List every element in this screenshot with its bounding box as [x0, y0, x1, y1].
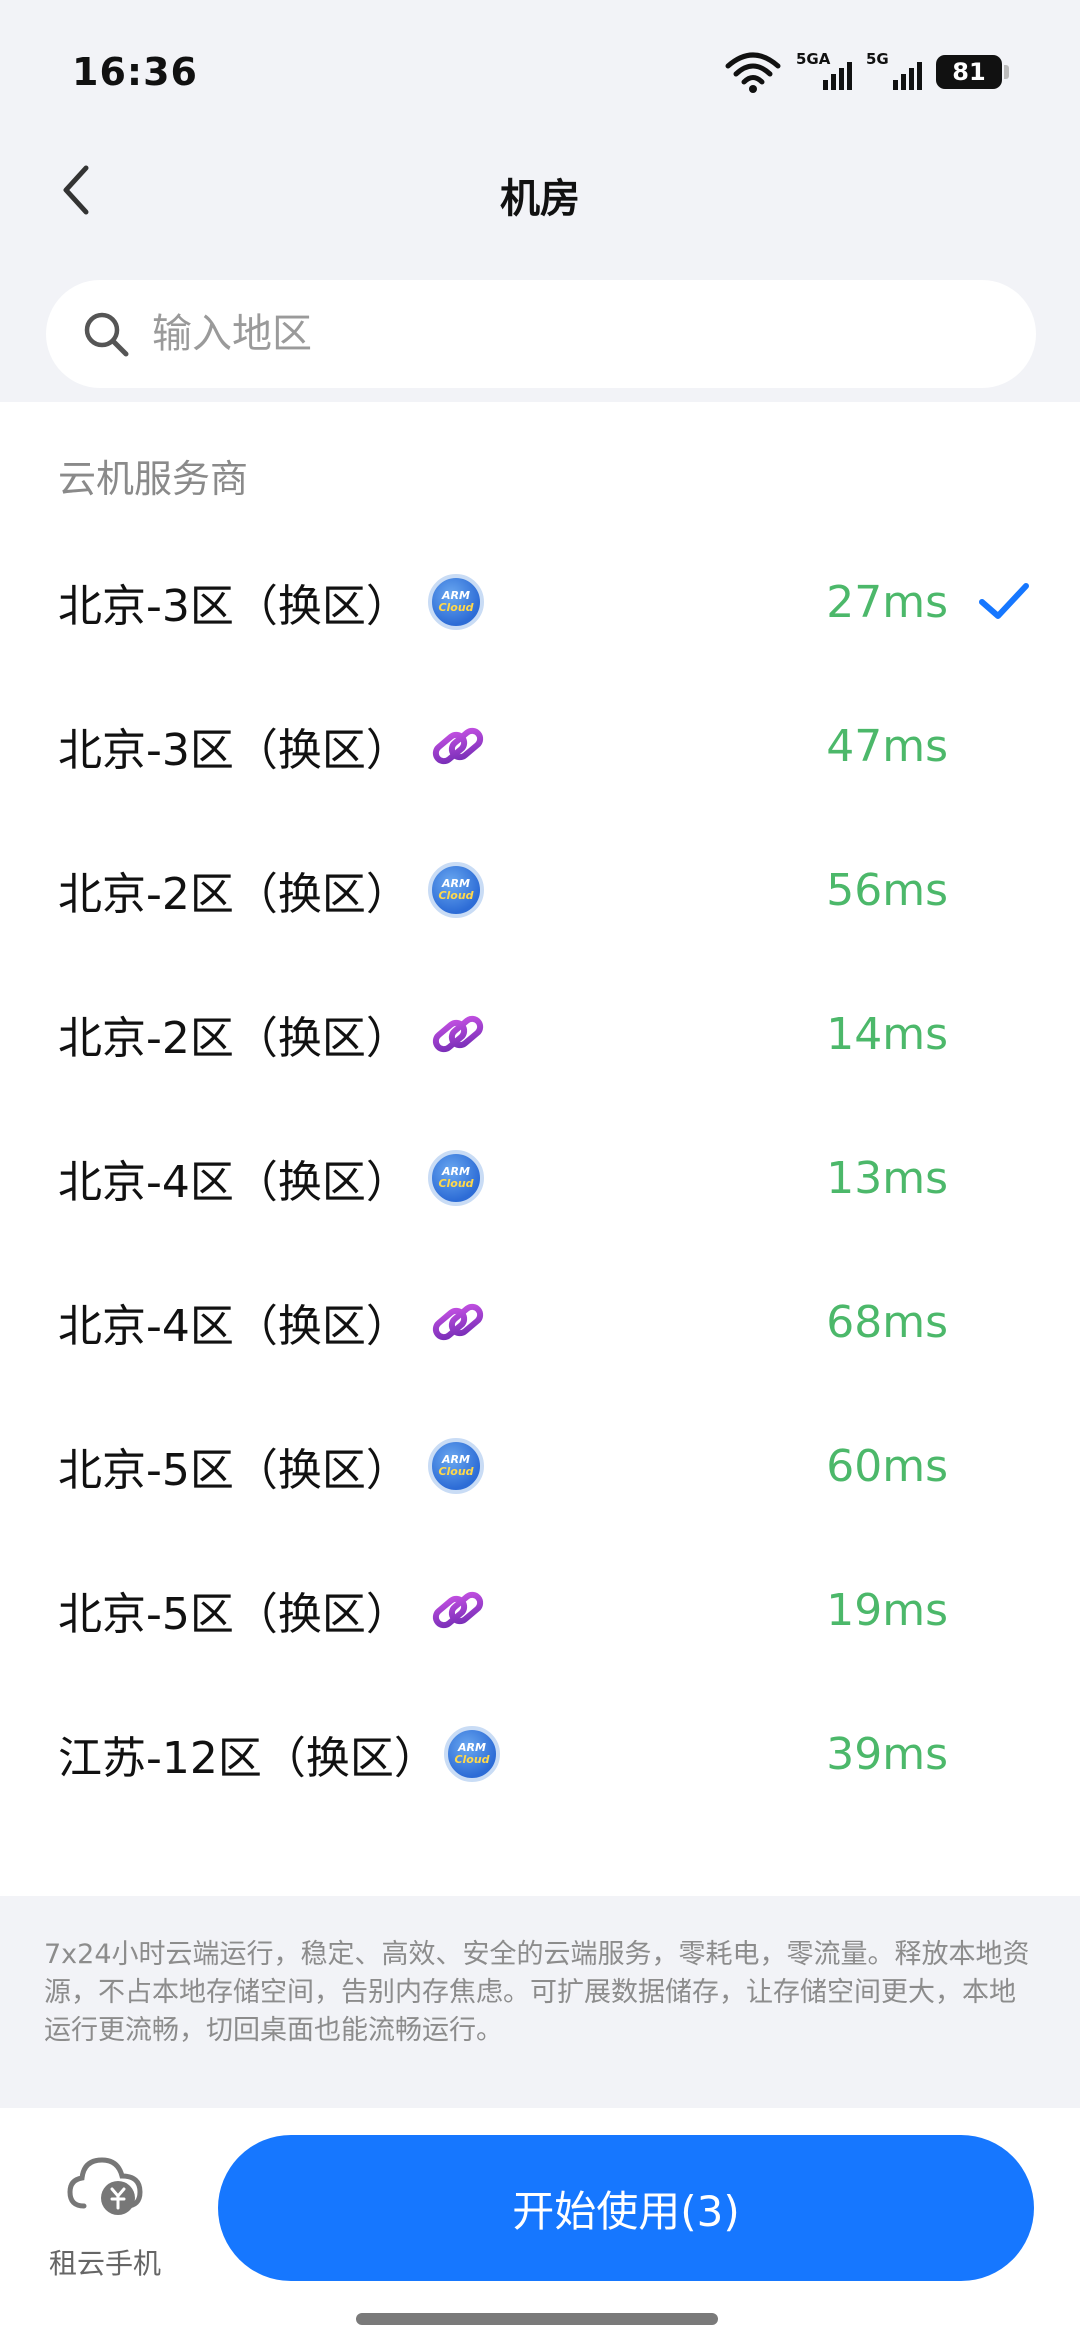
latency-value: 13ms [826, 1152, 948, 1204]
battery-level: 81 [952, 58, 986, 86]
status-bar: 16:36 5GA 5G 81 [0, 0, 1080, 130]
section-label: 云机服务商 [58, 457, 249, 501]
latency-value: 14ms [826, 1008, 948, 1060]
room-row[interactable]: 北京-5区（换区） ARM Cloud 60ms [0, 1394, 1080, 1538]
room-list: 北京-3区（换区） ARM Cloud 27ms 北京-3区（换区） 47ms 北京-2区（… [0, 530, 1080, 1826]
latency-value: 47ms [826, 720, 948, 772]
room-row[interactable]: 北京-4区（换区） ARM Cloud 13ms [0, 1106, 1080, 1250]
latency-value: 60ms [826, 1440, 948, 1492]
armcloud-logo-icon: ARM Cloud [428, 574, 484, 630]
room-name: 北京-3区（换区） [58, 581, 410, 632]
rent-cloud-phone-button[interactable]: 租云手机 [36, 2150, 174, 2290]
battery-icon: 81 [936, 55, 1009, 89]
start-button[interactable]: 开始使用(3) [218, 2135, 1034, 2281]
header-area: 16:36 5GA 5G 81 机房 [0, 0, 1080, 402]
room-row[interactable]: 北京-5区（换区） 19ms [0, 1538, 1080, 1682]
signal-icon: 5GA [796, 50, 852, 94]
rent-cloud-phone-label: 租云手机 [48, 2247, 161, 2280]
status-icons: 5GA 5G 81 [724, 50, 1009, 94]
link-provider-icon [432, 1591, 484, 1629]
armcloud-logo-icon: ARM Cloud [428, 1150, 484, 1206]
room-name: 江苏-12区（换区） [58, 1733, 438, 1784]
link-provider-icon [432, 1303, 484, 1341]
latency-value: 68ms [826, 1296, 948, 1348]
link-provider-icon [432, 1015, 484, 1053]
room-name: 北京-5区（换区） [58, 1445, 410, 1496]
home-indicator[interactable] [356, 2313, 718, 2325]
latency-value: 56ms [826, 864, 948, 916]
room-row[interactable]: 北京-2区（换区） ARM Cloud 56ms [0, 818, 1080, 962]
description-text: 7x24小时云端运行，稳定、高效、安全的云端服务，零耗电，零流量。释放本地资源，… [44, 1939, 1030, 2046]
signal-icon: 5G [866, 50, 922, 94]
wifi-icon [725, 52, 781, 93]
room-row[interactable]: 北京-2区（换区） 14ms [0, 962, 1080, 1106]
signal-label: 5G [866, 50, 889, 68]
room-row[interactable]: 北京-4区（换区） 68ms [0, 1250, 1080, 1394]
room-row[interactable]: 北京-3区（换区） ARM Cloud 27ms [0, 530, 1080, 674]
link-provider-icon [432, 727, 484, 765]
armcloud-logo-icon: ARM Cloud [428, 862, 484, 918]
room-row[interactable]: 江苏-12区（换区） ARM Cloud 39ms [0, 1682, 1080, 1826]
search-box[interactable] [46, 280, 1036, 388]
armcloud-logo-icon: ARM Cloud [444, 1726, 500, 1782]
room-row[interactable]: 北京-3区（换区） 47ms [0, 674, 1080, 818]
bottom-bar: 租云手机 开始使用(3) [0, 2108, 1080, 2344]
status-time: 16:36 [72, 50, 198, 94]
page-title: 机房 [500, 176, 580, 222]
search-icon [76, 304, 136, 364]
search-input[interactable] [152, 311, 972, 357]
room-name: 北京-5区（换区） [58, 1589, 410, 1640]
description-area: 7x24小时云端运行，稳定、高效、安全的云端服务，零耗电，零流量。释放本地资源，… [0, 1896, 1080, 2108]
cloud-yen-icon [67, 2157, 143, 2215]
room-name: 北京-2区（换区） [58, 1013, 410, 1064]
room-name: 北京-4区（换区） [58, 1301, 410, 1352]
room-name: 北京-3区（换区） [58, 725, 410, 776]
room-name: 北京-2区（换区） [58, 869, 410, 920]
armcloud-logo-icon: ARM Cloud [428, 1438, 484, 1494]
room-name: 北京-4区（换区） [58, 1157, 410, 1208]
latency-value: 39ms [826, 1728, 948, 1780]
checkmark-icon [979, 583, 1029, 619]
latency-value: 19ms [826, 1584, 948, 1636]
latency-value: 27ms [826, 576, 948, 628]
